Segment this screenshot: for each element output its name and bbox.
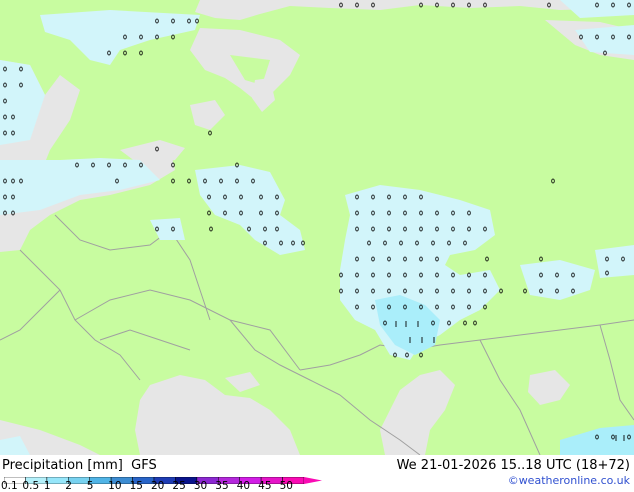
- legend-title-text: Precipitation [mm]: [2, 458, 123, 473]
- scale-tick-label: 15: [129, 480, 143, 492]
- scale-tick-label: 0.5: [22, 480, 40, 492]
- scale-tick-label: 1: [43, 480, 51, 492]
- scale-tick-label: 25: [172, 480, 186, 492]
- scale-tick-label: 40: [236, 480, 251, 492]
- scale-tick-label: 2: [65, 480, 72, 492]
- weather-map: [0, 0, 634, 455]
- country-borders: [0, 214, 634, 455]
- map-canvas: [0, 0, 634, 455]
- legend-title: Precipitation [mm] GFS: [2, 458, 157, 473]
- valid-time: We 21-01-2026 15..18 UTC (18+72): [396, 458, 630, 473]
- scale-tick-label: 10: [108, 480, 122, 492]
- scale-tick-label: 30: [193, 480, 208, 492]
- scale-tick-label: 0.1: [1, 480, 18, 492]
- sea-areas: [0, 0, 634, 455]
- scale-tick-label: 50: [279, 480, 293, 492]
- scale-tick-label: 20: [151, 480, 165, 492]
- legend-footer: Precipitation [mm] GFS We 21-01-2026 15.…: [0, 455, 634, 492]
- model-name: GFS: [131, 458, 157, 473]
- scale-tick-label: 45: [258, 480, 272, 492]
- credit-link[interactable]: ©weatheronline.co.uk: [508, 474, 630, 487]
- scale-arrow: [304, 477, 322, 484]
- scale-tick-label: 5: [86, 480, 94, 492]
- scale-tick-label: 35: [215, 480, 229, 492]
